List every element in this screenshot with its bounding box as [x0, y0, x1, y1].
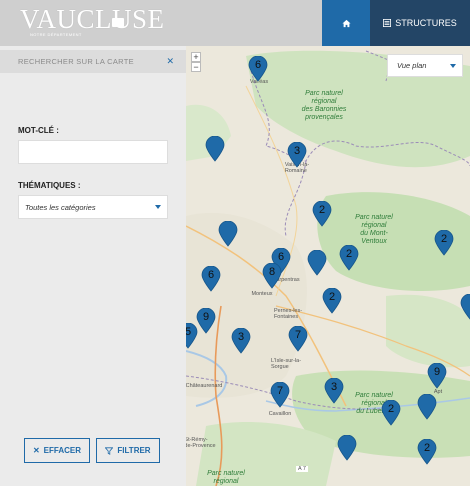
logo-text: VAUCLUSE	[20, 4, 165, 34]
themes-select[interactable]: Toutes les catégories	[18, 195, 168, 219]
town-label: Monteux	[251, 291, 273, 297]
map-marker[interactable]: 8	[262, 263, 282, 289]
map-marker[interactable]: 5	[186, 323, 198, 349]
zoom-out-button[interactable]: −	[191, 62, 201, 72]
map-marker[interactable]: 3	[324, 378, 344, 404]
map[interactable]: Parc naturel régional des Baronnies provenç…	[186, 46, 470, 486]
chevron-down-icon	[450, 63, 456, 68]
home-button[interactable]	[322, 0, 370, 46]
filter-button-label: FILTRER	[117, 446, 151, 455]
map-marker[interactable]: 3	[287, 142, 307, 168]
map-marker[interactable]	[205, 136, 225, 162]
map-marker[interactable]	[218, 221, 238, 247]
clear-button[interactable]: ✕ EFFACER	[24, 438, 90, 463]
structures-label: STRUCTURES	[395, 18, 457, 28]
close-icon[interactable]: ✕	[166, 56, 174, 67]
keyword-label: MOT-CLÉ :	[18, 126, 59, 135]
chevron-down-icon	[155, 205, 161, 209]
map-marker[interactable]: 9	[196, 308, 216, 334]
logo[interactable]: VAUCLUSE NOTRE DÉPARTEMENT	[18, 2, 164, 40]
park-label-ventoux: Parc naturel régional du Mont- Ventoux	[355, 214, 393, 245]
keyword-input[interactable]	[18, 140, 168, 164]
map-marker[interactable]: 9	[427, 363, 447, 389]
header: VAUCLUSE NOTRE DÉPARTEMENT STRUCTURES	[0, 0, 470, 46]
sidebar: RECHERCHER SUR LA CARTE ✕ MOT-CLÉ : THÉM…	[0, 46, 186, 486]
map-marker[interactable]	[307, 250, 327, 276]
filter-icon	[105, 446, 114, 455]
logo-badge	[112, 18, 124, 27]
town-label: L'Isle-sur-la- Sorgue	[270, 358, 302, 370]
map-marker[interactable]: 2	[312, 201, 332, 227]
map-marker[interactable]: 3	[231, 328, 251, 354]
map-marker[interactable]: 7	[270, 382, 290, 408]
themes-selected-value: Toutes les catégories	[25, 202, 96, 212]
town-label: Châteaurenard	[186, 383, 223, 389]
park-label-baronnies: Parc naturel régional des Baronnies provenç…	[301, 90, 347, 121]
themes-label: THÉMATIQUES :	[18, 181, 81, 190]
list-icon	[383, 19, 392, 27]
map-marker[interactable]: 2	[381, 400, 401, 426]
map-view-select[interactable]: Vue plan	[387, 54, 463, 77]
structures-button[interactable]: STRUCTURES	[370, 0, 470, 46]
town-label: Cavaillon	[268, 411, 292, 417]
map-marker[interactable]	[417, 394, 437, 420]
clear-button-label: EFFACER	[43, 446, 82, 455]
app-root: VAUCLUSE NOTRE DÉPARTEMENT STRUCTURES RE…	[0, 0, 470, 486]
map-marker[interactable]: 2	[434, 230, 454, 256]
town-label: Pernes-les- Fontaines	[273, 308, 303, 320]
search-panel-header: RECHERCHER SUR LA CARTE ✕	[0, 50, 186, 73]
filter-button[interactable]: FILTRER	[96, 438, 160, 463]
home-icon	[341, 19, 351, 27]
highway-label: A 7	[296, 466, 308, 472]
logo-subtitle: NOTRE DÉPARTEMENT	[30, 32, 82, 37]
map-marker[interactable]: 2	[417, 439, 437, 465]
search-panel-title: RECHERCHER SUR LA CARTE	[18, 57, 134, 66]
close-icon: ✕	[32, 446, 40, 455]
park-label-alpilles: Parc naturelrégionaldes Alpilles	[207, 470, 245, 485]
map-marker[interactable]: 6	[248, 56, 268, 82]
map-marker[interactable]	[460, 294, 470, 320]
map-marker[interactable]: 6	[201, 266, 221, 292]
map-view-selected: Vue plan	[397, 61, 427, 70]
map-marker[interactable]: 2	[322, 288, 342, 314]
map-marker[interactable]	[337, 435, 357, 461]
town-label: St-Rémy-de-Provence	[186, 437, 216, 449]
map-marker[interactable]: 2	[339, 245, 359, 271]
map-marker[interactable]: 7	[288, 326, 308, 352]
zoom-in-button[interactable]: +	[191, 52, 201, 62]
